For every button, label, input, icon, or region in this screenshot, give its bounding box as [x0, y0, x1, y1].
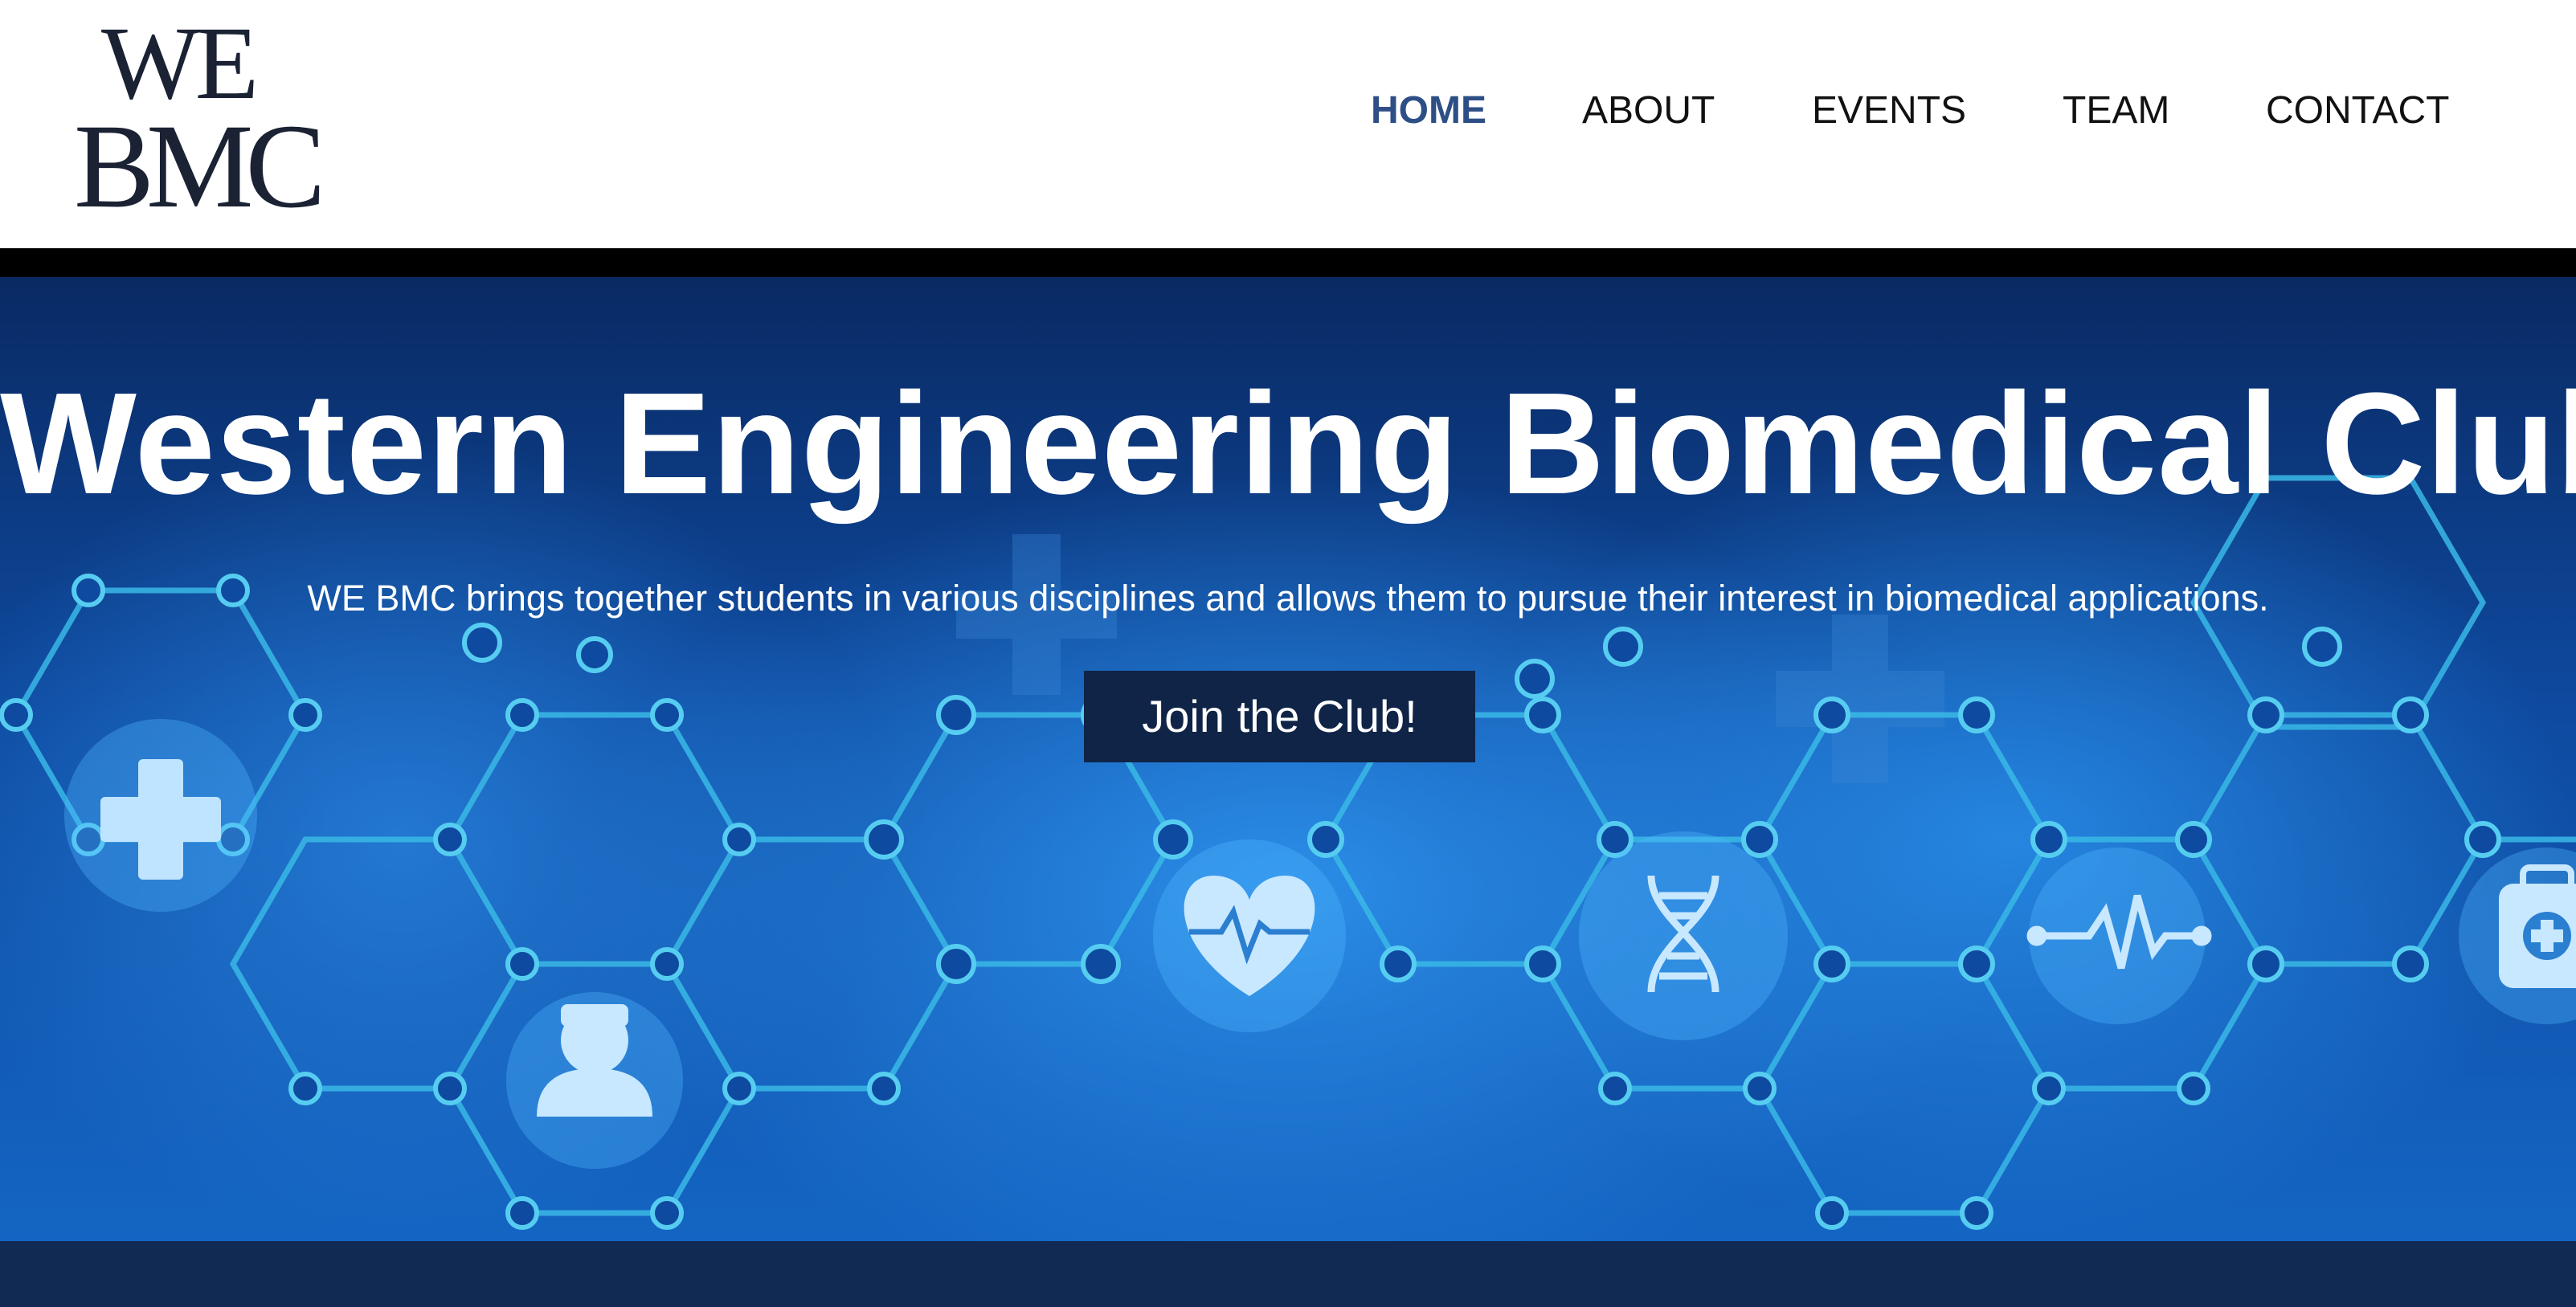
- bottom-band: [0, 1241, 2576, 1307]
- nav-item-team[interactable]: TEAM: [2063, 87, 2169, 135]
- medical-kit-icon: [2499, 864, 2576, 988]
- hero-subtitle: WE BMC brings together students in vario…: [307, 578, 2269, 619]
- nav-item-events[interactable]: EVENTS: [1812, 87, 1966, 135]
- hero-title: Western Engineering Biomedical Club: [0, 363, 2576, 525]
- nav-item-about[interactable]: ABOUT: [1582, 87, 1715, 135]
- header-divider: [0, 248, 2576, 277]
- join-club-button[interactable]: Join the Club!: [1084, 671, 1475, 762]
- main-nav: HOME ABOUT EVENTS TEAM CONTACT: [0, 87, 2576, 135]
- nav-item-contact[interactable]: CONTACT: [2266, 87, 2449, 135]
- site-header: WE BMC HOME ABOUT EVENTS TEAM CONTACT: [0, 0, 2576, 248]
- hero-banner: Western Engineering Biomedical Club WE B…: [0, 277, 2576, 1241]
- nav-item-home[interactable]: HOME: [1371, 87, 1486, 135]
- faint-cross-icon-right: [1776, 615, 1944, 783]
